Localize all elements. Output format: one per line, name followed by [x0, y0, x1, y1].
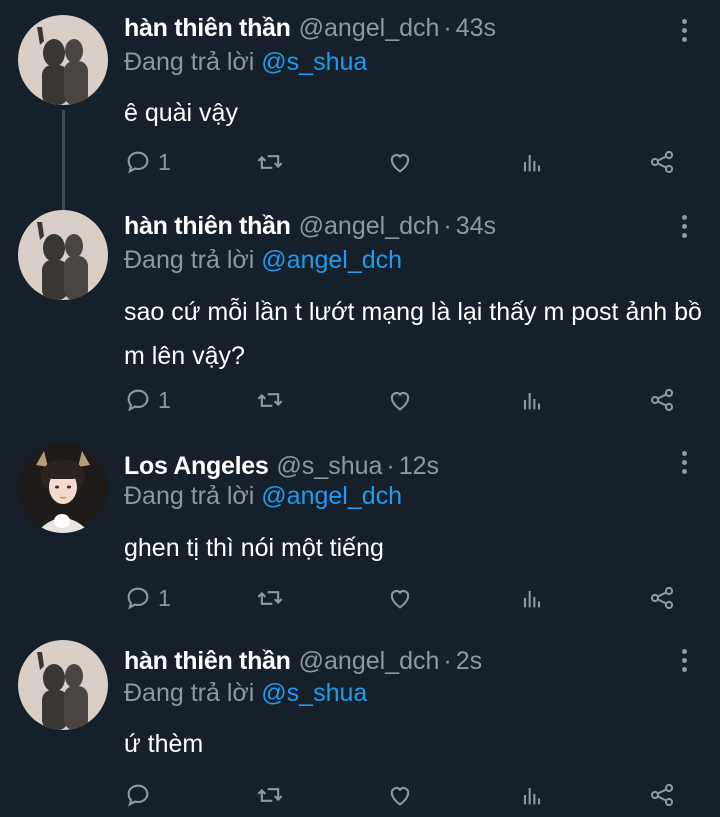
mention-link[interactable]: @angel_dch — [261, 246, 402, 274]
heart-icon — [390, 154, 410, 173]
shadow-selfie-avatar-icon — [18, 210, 108, 300]
user-handle[interactable]: @s_shua — [276, 452, 382, 481]
share-button[interactable] — [648, 580, 676, 616]
replying-to: Đang trả lời @angel_dch — [124, 482, 402, 511]
views-button[interactable] — [518, 777, 546, 813]
tweet[interactable]: hàn thiên thần @angel_dch · 34s Đang trả… — [0, 200, 720, 435]
avatar[interactable] — [18, 15, 108, 105]
display-name[interactable]: hàn thiên thần — [124, 212, 291, 241]
analytics-bars-icon — [523, 591, 541, 608]
timestamp[interactable]: 43s — [456, 14, 496, 43]
reply-button[interactable] — [124, 777, 158, 813]
more-vertical-icon[interactable] — [672, 442, 696, 482]
retweet-button[interactable] — [256, 580, 284, 616]
avatar[interactable] — [18, 443, 108, 533]
user-handle[interactable]: @angel_dch — [299, 212, 440, 241]
heart-icon — [390, 392, 410, 411]
timestamp[interactable]: 2s — [456, 647, 482, 676]
retweet-icon — [257, 591, 283, 605]
tweet[interactable]: hàn thiên thần @angel_dch · 2s Đang trả … — [0, 635, 720, 817]
reply-bubble-icon — [127, 587, 149, 610]
share-button[interactable] — [648, 777, 676, 813]
tweet-header: hàn thiên thần @angel_dch · 43s — [124, 14, 496, 43]
share-button[interactable] — [648, 144, 676, 180]
like-button[interactable] — [386, 382, 414, 418]
display-name[interactable]: hàn thiên thần — [124, 647, 291, 676]
reply-button[interactable]: 1 — [124, 382, 171, 418]
display-name[interactable]: hàn thiên thần — [124, 14, 291, 43]
display-name[interactable]: Los Angeles — [124, 452, 269, 481]
user-handle[interactable]: @angel_dch — [299, 647, 440, 676]
action-bar: 1 — [124, 144, 684, 180]
tweet[interactable]: hàn thiên thần @angel_dch · 43s Đang trả… — [0, 0, 720, 200]
separator: · — [443, 647, 452, 675]
retweet-icon — [257, 155, 283, 169]
tweet-header: Los Angeles @s_shua · 12s — [124, 452, 439, 481]
mention-link[interactable]: @s_shua — [261, 679, 367, 707]
reply-button[interactable]: 1 — [124, 144, 171, 180]
reply-bubble-icon — [127, 389, 149, 412]
like-button[interactable] — [386, 777, 414, 813]
tweet-text: ứ thèm — [124, 730, 204, 758]
tweet-text: ê quài vậy — [124, 99, 238, 127]
retweet-icon — [257, 788, 283, 802]
reply-prefix: Đang trả lời — [124, 679, 255, 707]
reply-prefix: Đang trả lời — [124, 482, 255, 510]
share-icon — [650, 388, 674, 412]
separator: · — [443, 14, 452, 42]
share-icon — [650, 586, 674, 610]
analytics-bars-icon — [523, 393, 541, 410]
more-vertical-icon[interactable] — [672, 640, 696, 680]
reply-bubble-icon — [127, 784, 149, 807]
retweet-button[interactable] — [256, 777, 284, 813]
shadow-selfie-avatar-icon — [18, 640, 108, 730]
reply-button[interactable]: 1 — [124, 580, 171, 616]
avatar[interactable] — [18, 210, 108, 300]
tweet-header: hàn thiên thần @angel_dch · 34s — [124, 212, 496, 241]
reply-count: 1 — [158, 386, 171, 413]
heart-icon — [390, 590, 410, 609]
views-button[interactable] — [518, 144, 546, 180]
retweet-icon — [257, 393, 283, 407]
views-button[interactable] — [518, 580, 546, 616]
like-button[interactable] — [386, 144, 414, 180]
avatar[interactable] — [18, 640, 108, 730]
reply-bubble-icon — [127, 151, 149, 174]
reply-prefix: Đang trả lời — [124, 246, 255, 274]
heart-icon — [390, 787, 410, 806]
separator: · — [443, 212, 452, 240]
reply-count: 1 — [158, 584, 171, 611]
analytics-bars-icon — [523, 155, 541, 172]
like-button[interactable] — [386, 580, 414, 616]
tweet-header: hàn thiên thần @angel_dch · 2s — [124, 647, 482, 676]
retweet-button[interactable] — [256, 382, 284, 418]
views-button[interactable] — [518, 382, 546, 418]
shadow-selfie-avatar-icon — [18, 15, 108, 105]
action-bar: 1 — [124, 382, 684, 418]
tweet-text: ghen tị thì nói một tiếng — [124, 534, 384, 562]
reply-prefix: Đang trả lời — [124, 48, 255, 76]
share-button[interactable] — [648, 382, 676, 418]
reply-count: 1 — [158, 148, 171, 175]
replying-to: Đang trả lời @s_shua — [124, 48, 367, 77]
person-photo-avatar-icon — [18, 443, 108, 533]
more-vertical-icon[interactable] — [672, 10, 696, 50]
timestamp[interactable]: 12s — [399, 452, 439, 481]
analytics-bars-icon — [523, 788, 541, 805]
share-icon — [650, 783, 674, 807]
mention-link[interactable]: @s_shua — [261, 48, 367, 76]
timestamp[interactable]: 34s — [456, 212, 496, 241]
tweet[interactable]: Los Angeles @s_shua · 12s Đang trả lời @… — [0, 435, 720, 635]
share-icon — [650, 150, 674, 174]
mention-link[interactable]: @angel_dch — [261, 482, 402, 510]
replying-to: Đang trả lời @s_shua — [124, 679, 367, 708]
action-bar: 1 — [124, 580, 684, 616]
action-bar — [124, 777, 684, 813]
separator: · — [386, 452, 395, 480]
replying-to: Đang trả lời @angel_dch — [124, 246, 402, 275]
retweet-button[interactable] — [256, 144, 284, 180]
tweet-text: sao cứ mỗi lần t lướt mạng là lại thấy m… — [124, 298, 702, 370]
user-handle[interactable]: @angel_dch — [299, 14, 440, 43]
more-vertical-icon[interactable] — [672, 206, 696, 246]
